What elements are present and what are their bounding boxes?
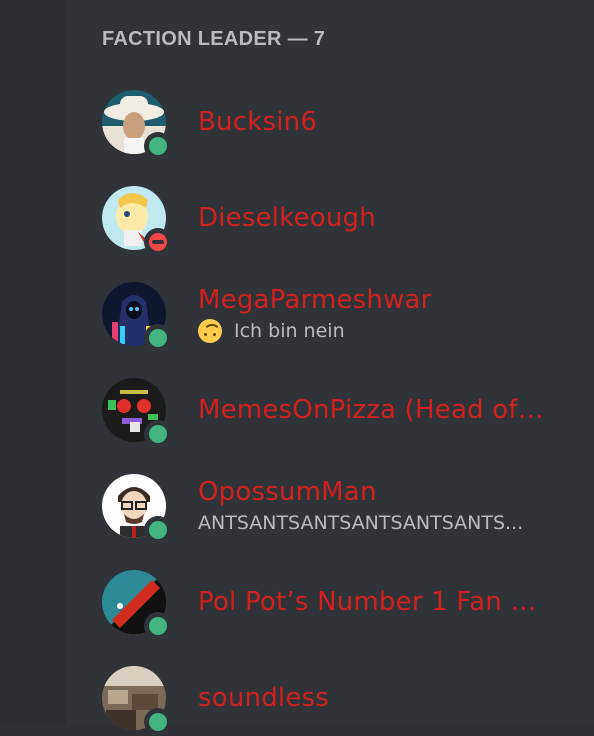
upside-down-face-icon bbox=[198, 319, 222, 343]
online-status-icon bbox=[144, 132, 172, 160]
member-item[interactable]: Bucksin6 bbox=[102, 90, 572, 160]
member-name[interactable]: soundless bbox=[198, 682, 329, 714]
avatar-container bbox=[102, 666, 172, 736]
member-item[interactable]: OpossumMan ANTSANTSANTSANTSANTSANTS... bbox=[102, 474, 572, 544]
online-status-icon bbox=[144, 516, 172, 544]
online-status-icon bbox=[144, 708, 172, 736]
custom-status-text: Ich bin nein bbox=[234, 320, 345, 342]
member-item[interactable]: MegaParmeshwar Ich bin nein bbox=[102, 282, 572, 352]
member-list: FACTION LEADER — 7 Bucksin6 Dieselkeough… bbox=[66, 0, 594, 736]
member-name[interactable]: MemesOnPizza (Head of O... bbox=[198, 394, 544, 426]
member-item[interactable]: soundless bbox=[102, 666, 572, 736]
online-status-icon bbox=[144, 612, 172, 640]
avatar-container bbox=[102, 282, 172, 352]
avatar-container bbox=[102, 378, 172, 448]
custom-status-text: ANTSANTSANTSANTSANTSANTS... bbox=[198, 512, 524, 534]
member-name[interactable]: Dieselkeough bbox=[198, 202, 376, 234]
role-section-header: FACTION LEADER — 7 bbox=[102, 28, 326, 50]
custom-status: ANTSANTSANTSANTSANTSANTS... bbox=[198, 510, 523, 536]
custom-status: Ich bin nein bbox=[198, 318, 432, 344]
server-sidebar-edge bbox=[0, 0, 66, 725]
avatar-container bbox=[102, 90, 172, 160]
online-status-icon bbox=[144, 324, 172, 352]
online-status-icon bbox=[144, 420, 172, 448]
avatar-container bbox=[102, 186, 172, 256]
member-item[interactable]: MemesOnPizza (Head of O... bbox=[102, 378, 572, 448]
member-item[interactable]: Pol Pot’s Number 1 Fan (UT... bbox=[102, 570, 572, 640]
member-item[interactable]: Dieselkeough bbox=[102, 186, 572, 256]
member-name[interactable]: MegaParmeshwar bbox=[198, 284, 432, 316]
avatar-container bbox=[102, 474, 172, 544]
member-name[interactable]: OpossumMan bbox=[198, 476, 523, 508]
member-name[interactable]: Bucksin6 bbox=[198, 106, 317, 138]
dnd-status-icon bbox=[144, 228, 172, 256]
member-name[interactable]: Pol Pot’s Number 1 Fan (UT... bbox=[198, 586, 544, 618]
avatar-container bbox=[102, 570, 172, 640]
